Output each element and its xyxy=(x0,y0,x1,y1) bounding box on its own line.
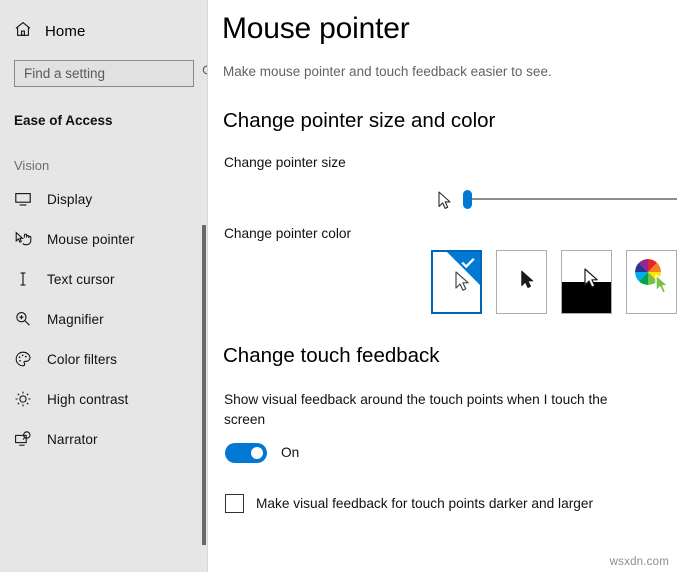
pointer-size-slider-track[interactable] xyxy=(466,198,677,200)
label-pointer-size: Change pointer size xyxy=(224,155,346,170)
page-title: Mouse pointer xyxy=(222,12,410,45)
label-touch-toggle: Show visual feedback around the touch po… xyxy=(224,392,608,427)
touch-darker-larger-row[interactable]: Make visual feedback for touch points da… xyxy=(225,493,677,513)
pointer-color-option-inverted[interactable] xyxy=(561,250,613,314)
toggle-state-label: On xyxy=(281,445,300,461)
sidebar-item-text-cursor[interactable]: Text cursor xyxy=(0,259,208,299)
tile-cursor-black xyxy=(519,269,539,300)
palette-icon xyxy=(14,350,32,368)
label-pointer-color: Change pointer color xyxy=(224,226,352,241)
home-label: Home xyxy=(45,22,86,40)
touch-darker-larger-checkbox[interactable] xyxy=(225,493,244,513)
search-input[interactable] xyxy=(24,61,201,86)
home-icon xyxy=(14,20,32,43)
sidebar-item-label: Mouse pointer xyxy=(47,231,135,247)
sidebar: Home Ease of Access Vision xyxy=(0,0,208,572)
main-content: Mouse pointer Make mouse pointer and tou… xyxy=(208,0,677,572)
pointer-color-option-black[interactable] xyxy=(496,250,548,314)
sidebar-item-label: High contrast xyxy=(47,391,129,407)
pointer-color-option-custom[interactable] xyxy=(626,250,677,314)
magnifier-icon xyxy=(14,310,32,328)
narrator-icon xyxy=(14,430,32,448)
small-cursor-icon xyxy=(436,190,458,221)
pointer-size-slider-row xyxy=(208,178,677,222)
mouse-pointer-icon xyxy=(14,230,32,248)
sidebar-item-mouse-pointer[interactable]: Mouse pointer xyxy=(0,219,208,259)
check-icon xyxy=(460,255,476,271)
monitor-icon xyxy=(14,190,32,208)
touch-feedback-toggle[interactable] xyxy=(225,442,267,463)
sidebar-item-label: Display xyxy=(47,191,93,207)
brightness-icon xyxy=(14,390,32,408)
sidebar-item-label: Color filters xyxy=(47,351,118,367)
sidebar-group-vision: Vision xyxy=(14,158,50,173)
pointer-color-option-white[interactable] xyxy=(431,250,483,314)
tile-cursor-green xyxy=(653,273,675,306)
page-subtitle: Make mouse pointer and touch feedback ea… xyxy=(223,64,552,79)
sidebar-item-narrator[interactable]: Narrator xyxy=(0,419,208,459)
sidebar-item-label: Magnifier xyxy=(47,311,104,327)
sidebar-item-color-filters[interactable]: Color filters xyxy=(0,339,208,379)
search-box[interactable] xyxy=(14,60,208,87)
sidebar-item-label: Narrator xyxy=(47,431,98,447)
pointer-color-options xyxy=(431,250,677,314)
sidebar-home[interactable]: Home xyxy=(0,16,208,46)
sidebar-item-label: Text cursor xyxy=(47,271,115,287)
heading-pointer-size-color: Change pointer size and color xyxy=(223,109,496,132)
text-cursor-icon xyxy=(14,270,32,288)
settings-window: Home Ease of Access Vision xyxy=(0,0,677,572)
watermark: wsxdn.com xyxy=(609,556,669,568)
sidebar-nav-list: Display Mouse pointer Text cursor Magnif… xyxy=(0,179,208,459)
sidebar-item-display[interactable]: Display xyxy=(0,179,208,219)
heading-touch-feedback: Change touch feedback xyxy=(223,344,440,367)
pointer-size-slider-thumb[interactable] xyxy=(463,190,472,209)
sidebar-section-title: Ease of Access xyxy=(14,113,113,128)
sidebar-scrollbar[interactable] xyxy=(202,225,206,545)
sidebar-item-high-contrast[interactable]: High contrast xyxy=(0,379,208,419)
tile-cursor-white xyxy=(453,270,475,303)
toggle-knob xyxy=(251,446,263,459)
touch-feedback-toggle-row: On xyxy=(225,442,677,463)
touch-darker-larger-label: Make visual feedback for touch points da… xyxy=(256,495,594,511)
tile-cursor-inverted xyxy=(582,267,604,300)
sidebar-item-magnifier[interactable]: Magnifier xyxy=(0,299,208,339)
